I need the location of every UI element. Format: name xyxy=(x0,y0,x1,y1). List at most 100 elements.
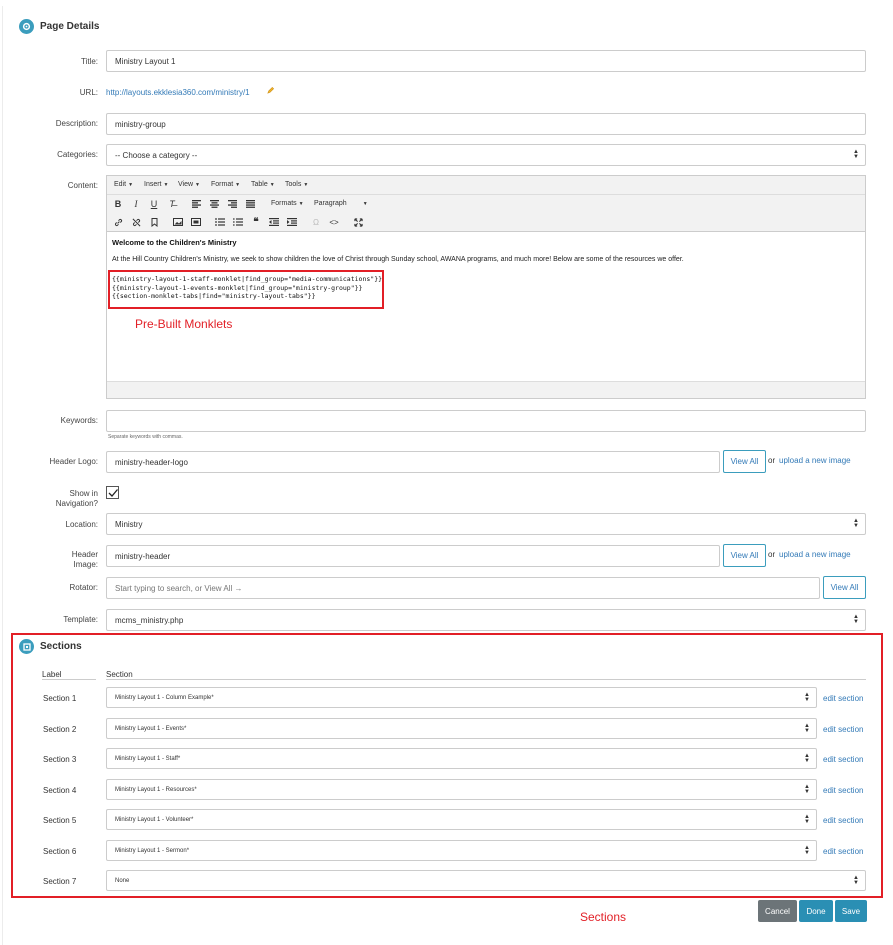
keywords-label: Keywords: xyxy=(60,416,98,425)
media-icon[interactable] xyxy=(189,215,203,229)
edit-section-link[interactable]: edit section xyxy=(823,847,863,856)
header-logo-view-all-button[interactable]: View All xyxy=(723,450,766,473)
align-center-icon[interactable] xyxy=(207,197,221,211)
section-row-select[interactable]: Ministry Layout 1 - Column Example* ▲ ▼ xyxy=(106,687,817,708)
rotator-input[interactable]: Start typing to search, or View All → xyxy=(106,577,820,599)
special-char-icon[interactable]: Ω xyxy=(309,215,323,229)
select-arrows-icon: ▲ ▼ xyxy=(853,149,859,160)
show-nav-label: Show in Navigation? xyxy=(55,489,98,508)
select-arrows-icon: ▲ ▼ xyxy=(804,844,810,856)
align-left-icon[interactable] xyxy=(189,197,203,211)
italic-icon[interactable]: I xyxy=(129,197,143,211)
select-arrows-icon: ▲ ▼ xyxy=(804,813,810,825)
source-code-icon[interactable]: <> xyxy=(327,215,341,229)
menu-insert[interactable]: Insert ▼ xyxy=(144,181,168,188)
done-button[interactable]: Done xyxy=(799,900,833,922)
select-arrows-icon: ▲ ▼ xyxy=(853,614,859,625)
section-row-select[interactable]: Ministry Layout 1 - Sermon* ▲ ▼ xyxy=(106,840,817,861)
section-row-value: Ministry Layout 1 - Staff* xyxy=(115,755,181,762)
label-header-rule xyxy=(42,679,96,680)
edit-section-link[interactable]: edit section xyxy=(823,755,863,764)
rotator-label: Rotator: xyxy=(69,583,98,592)
section-row-label: Section 2 xyxy=(43,725,77,734)
or-text: or xyxy=(768,550,776,559)
menu-tools[interactable]: Tools ▼ xyxy=(285,181,308,188)
section-row-select[interactable]: Ministry Layout 1 - Events* ▲ ▼ xyxy=(106,718,817,739)
keywords-input[interactable] xyxy=(106,410,866,432)
select-arrows-icon: ▲ ▼ xyxy=(804,783,810,795)
location-value: Ministry xyxy=(115,519,143,529)
section-row-label: Section 7 xyxy=(43,877,77,886)
cancel-button[interactable]: Cancel xyxy=(758,900,797,922)
edit-section-link[interactable]: edit section xyxy=(823,694,863,703)
select-arrows-icon: ▲ ▼ xyxy=(804,722,810,734)
edit-section-link[interactable]: edit section xyxy=(823,786,863,795)
align-right-icon[interactable] xyxy=(225,197,239,211)
header-image-view-all-button[interactable]: View All xyxy=(723,544,766,567)
blockquote-icon[interactable]: ❝ xyxy=(249,215,263,229)
sections-icon xyxy=(19,639,34,654)
page-details-icon xyxy=(19,19,34,34)
numbered-list-icon[interactable] xyxy=(231,215,245,229)
sections-label-header: Label xyxy=(42,670,62,679)
pencil-icon[interactable] xyxy=(266,86,275,95)
edit-section-link[interactable]: edit section xyxy=(823,816,863,825)
caret-icon: ▼ xyxy=(195,182,200,188)
caret-icon: ▼ xyxy=(298,201,304,207)
location-select[interactable]: Ministry ▲ ▼ xyxy=(106,513,866,535)
show-nav-checkbox[interactable] xyxy=(106,486,119,499)
sections-section-header: Section xyxy=(106,670,133,679)
caret-icon: ▼ xyxy=(235,182,241,188)
template-label: Template: xyxy=(63,615,98,624)
prebuilt-monklets-highlight xyxy=(108,270,384,309)
categories-select[interactable]: -- Choose a category -- ▲ ▼ xyxy=(106,144,866,166)
bold-icon[interactable]: B xyxy=(111,197,125,211)
section-row-select[interactable]: Ministry Layout 1 - Resources* ▲ ▼ xyxy=(106,779,817,800)
editor-toolbar: B I U T̶ Formats ▼ Paragraph ▼ ❝ Ω <> xyxy=(107,195,865,232)
description-input[interactable]: ministry-group xyxy=(106,113,866,135)
paragraph-dropdown[interactable]: Paragraph ▼ xyxy=(314,200,368,207)
menu-view[interactable]: View ▼ xyxy=(178,181,200,188)
section-row-value: Ministry Layout 1 - Events* xyxy=(115,725,187,732)
menu-table[interactable]: Table ▼ xyxy=(251,181,275,188)
bullet-list-icon[interactable] xyxy=(213,215,227,229)
editor-menubar: Edit ▼ Insert ▼ View ▼ Format ▼ Table ▼ Tools… xyxy=(107,176,865,195)
link-icon[interactable] xyxy=(111,215,125,229)
underline-icon[interactable]: U xyxy=(147,197,161,211)
editor-content[interactable]: Welcome to the Children's Ministry At th… xyxy=(112,238,857,263)
section-row-select[interactable]: None ▲ ▼ xyxy=(106,870,866,891)
image-icon[interactable] xyxy=(171,215,185,229)
edit-section-link[interactable]: edit section xyxy=(823,725,863,734)
rotator-view-all-button[interactable]: View All xyxy=(823,576,866,599)
section-row-select[interactable]: Ministry Layout 1 - Volunteer* ▲ ▼ xyxy=(106,809,817,830)
header-logo-upload-link[interactable]: upload a new image xyxy=(779,456,851,465)
title-label: Title: xyxy=(80,57,98,66)
save-button[interactable]: Save xyxy=(835,900,867,922)
title-input[interactable]: Ministry Layout 1 xyxy=(106,50,866,72)
prebuilt-monklets-note: Pre-Built Monklets xyxy=(135,317,233,331)
fullscreen-icon[interactable] xyxy=(351,215,365,229)
align-justify-icon[interactable] xyxy=(243,197,257,211)
section-row-select[interactable]: Ministry Layout 1 - Staff* ▲ ▼ xyxy=(106,748,817,769)
header-image-upload-link[interactable]: upload a new image xyxy=(779,550,851,559)
editor-statusbar xyxy=(107,381,865,398)
url-label: URL: xyxy=(79,88,98,97)
bookmark-icon[interactable] xyxy=(147,215,161,229)
indent-icon[interactable] xyxy=(285,215,299,229)
outdent-icon[interactable] xyxy=(267,215,281,229)
menu-edit[interactable]: Edit ▼ xyxy=(114,181,133,188)
template-select[interactable]: mcms_ministry.php ▲ ▼ xyxy=(106,609,866,631)
categories-label: Categories: xyxy=(57,150,98,159)
header-logo-input[interactable]: ministry-header-logo xyxy=(106,451,720,473)
formats-dropdown[interactable]: Formats ▼ xyxy=(271,200,304,207)
header-logo-label: Header Logo: xyxy=(49,457,98,466)
content-label: Content: xyxy=(67,181,98,190)
caret-icon: ▼ xyxy=(163,182,169,188)
menu-format[interactable]: Format ▼ xyxy=(211,181,240,188)
url-link[interactable]: http://layouts.ekklesia360.com/ministry/… xyxy=(106,88,250,97)
caret-icon: ▼ xyxy=(128,182,134,188)
select-arrows-icon: ▲ ▼ xyxy=(853,518,859,529)
clear-format-icon[interactable]: T̶ xyxy=(165,197,179,211)
header-image-input[interactable]: ministry-header xyxy=(106,545,720,567)
unlink-icon[interactable] xyxy=(129,215,143,229)
